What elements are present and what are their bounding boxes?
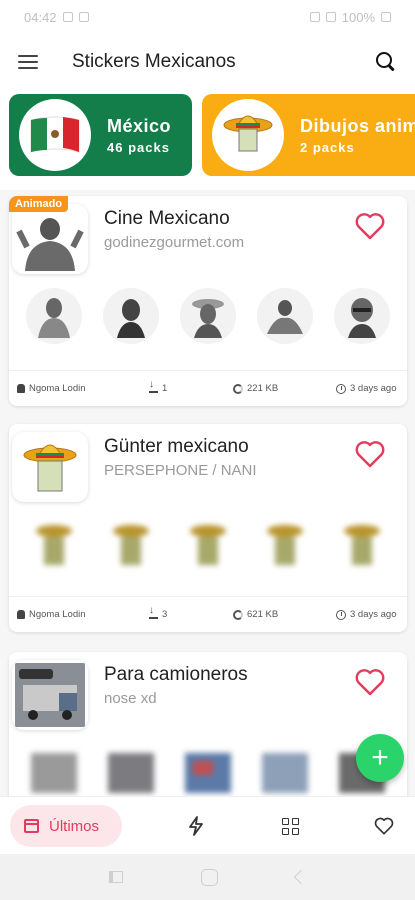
sticker-preview-row (9, 288, 407, 344)
sticker-preview (180, 744, 236, 800)
pack-card[interactable]: Günter mexicano PERSEPHONE / NANI Ngoma … (9, 424, 407, 632)
category-name: México (107, 115, 172, 136)
nav-tab-latest[interactable]: Últimos (10, 805, 122, 847)
sombrero-sticker-image (212, 99, 284, 171)
pack-card[interactable]: Animado Cine Mexicano godinezgourmet.com… (9, 196, 407, 406)
sticker-preview (334, 516, 390, 572)
category-count: 46 packs (107, 139, 170, 155)
recent-apps-icon[interactable] (109, 871, 123, 883)
bottom-navigation: Últimos (0, 796, 415, 854)
pack-thumbnail (12, 204, 88, 274)
battery-icon (381, 12, 391, 22)
pack-publisher: Ngoma Lodin (29, 609, 86, 620)
sticker-preview-row (9, 744, 407, 800)
sticker-preview (257, 516, 313, 572)
favorite-heart-icon[interactable] (355, 668, 385, 696)
search-icon[interactable] (375, 51, 397, 73)
favorite-heart-icon[interactable] (355, 440, 385, 468)
store-icon (24, 819, 39, 833)
pack-size: 221 KB (247, 383, 279, 394)
status-time: 04:42 (24, 9, 57, 25)
category-carousel[interactable]: México 46 packs Dibujos animados 2 packs (0, 90, 415, 190)
category-count: 2 packs (300, 139, 355, 155)
nav-tab-categories[interactable] (278, 814, 302, 838)
sticker-preview-row (9, 516, 407, 572)
clock-icon (336, 383, 346, 394)
back-icon[interactable] (293, 869, 309, 885)
mute-icon (309, 12, 320, 22)
category-card-mexico[interactable]: México 46 packs (9, 94, 192, 176)
pack-card[interactable]: Para camioneros nose xd (9, 652, 407, 812)
user-icon (17, 384, 25, 393)
heart-icon (374, 817, 394, 835)
add-pack-button[interactable]: + (356, 734, 404, 782)
plus-icon: + (371, 741, 389, 774)
nav-tab-label: Últimos (49, 817, 100, 835)
sticker-preview (103, 516, 159, 572)
pack-title: Cine Mexicano (104, 208, 230, 229)
wifi-icon (325, 12, 336, 22)
pack-author-site: nose xd (104, 690, 157, 707)
sticker-preview (25, 288, 82, 344)
notification-icon (62, 12, 73, 22)
system-navigation-bar (0, 854, 415, 900)
notification-icon (78, 12, 89, 22)
bolt-icon (189, 816, 203, 836)
sticker-preview (103, 744, 159, 800)
pack-title: Para camioneros (104, 664, 248, 685)
user-icon (17, 610, 25, 619)
sticker-preview (180, 516, 236, 572)
mexico-flag-image (19, 99, 91, 171)
grid-icon (281, 817, 299, 835)
download-icon (149, 379, 158, 393)
download-count: 1 (162, 383, 168, 394)
animated-badge: Animado (9, 196, 69, 212)
nav-tab-trending[interactable] (184, 814, 208, 838)
download-icon (149, 605, 158, 619)
download-count: 3 (162, 609, 168, 620)
sticker-preview (102, 288, 159, 344)
pack-title: Günter mexicano (104, 436, 249, 457)
category-name: Dibujos animados (300, 115, 415, 136)
pack-size: 621 KB (247, 609, 279, 620)
sticker-preview (26, 744, 82, 800)
size-icon (233, 609, 243, 620)
sticker-preview (257, 288, 314, 344)
pack-author-site: PERSEPHONE / NANI (104, 462, 257, 479)
pack-thumbnail (12, 660, 88, 730)
app-bar: Stickers Mexicanos (0, 34, 415, 90)
category-card-dibujos[interactable]: Dibujos animados 2 packs (202, 94, 415, 176)
clock-icon (336, 609, 346, 620)
pack-author-site: godinezgourmet.com (104, 234, 245, 251)
app-title: Stickers Mexicanos (72, 51, 236, 72)
sticker-preview (26, 516, 82, 572)
sticker-preview (257, 744, 313, 800)
menu-icon[interactable] (18, 55, 38, 69)
home-icon[interactable] (201, 868, 218, 886)
favorite-heart-icon[interactable] (355, 212, 385, 240)
pack-thumbnail (12, 432, 88, 502)
sticker-preview (179, 288, 236, 344)
size-icon (233, 383, 243, 394)
status-bar: 04:42 100% (0, 0, 415, 34)
sticker-preview (334, 288, 391, 344)
pack-publisher: Ngoma Lodin (29, 383, 86, 394)
pack-time: 3 days ago (350, 383, 397, 394)
battery-level: 100% (341, 9, 375, 25)
pack-time: 3 days ago (350, 609, 397, 620)
nav-tab-favorites[interactable] (372, 814, 396, 838)
pack-meta-row: Ngoma Lodin 3 621 KB 3 days ago (9, 596, 407, 632)
pack-meta-row: Ngoma Lodin 1 221 KB 3 days ago (9, 370, 407, 406)
